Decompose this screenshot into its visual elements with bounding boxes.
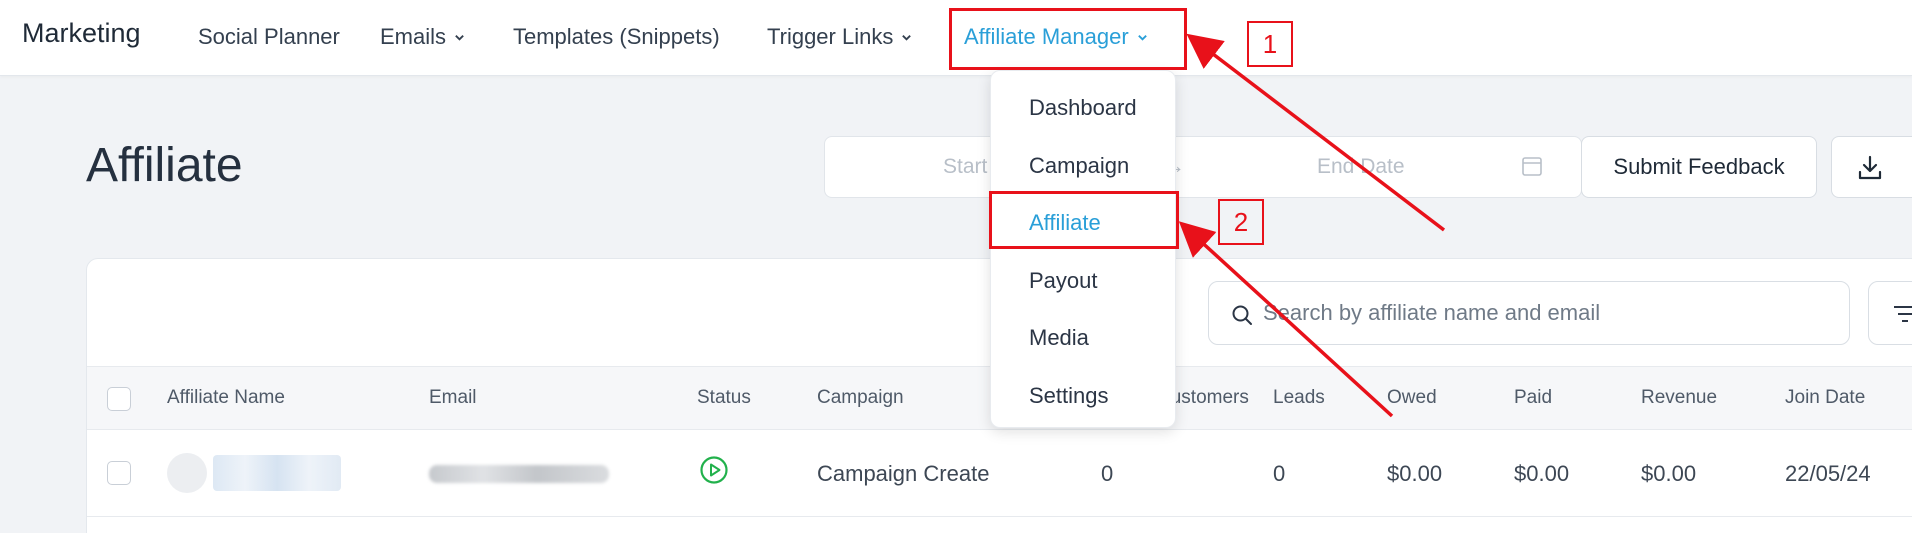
menu-item-media[interactable]: Media: [1029, 325, 1089, 351]
column-header-affiliate-name[interactable]: Affiliate Name: [167, 387, 285, 409]
avatar: [167, 453, 207, 493]
cell-customers: 0: [1101, 461, 1114, 486]
cell-revenue: $0.00: [1641, 461, 1697, 486]
redacted-email: [429, 465, 609, 483]
search-icon: [1232, 305, 1252, 325]
column-header-owed[interactable]: Owed: [1387, 387, 1437, 409]
nav-trigger-links[interactable]: Trigger Links: [767, 24, 912, 50]
download-button[interactable]: [1831, 136, 1912, 198]
annotation-step-label-2: 2: [1218, 199, 1264, 245]
column-header-paid[interactable]: Paid: [1514, 387, 1552, 409]
page-title: Affiliate: [86, 139, 243, 192]
affiliate-manager-dropdown: Dashboard Campaign Affiliate Payout Medi…: [990, 70, 1176, 428]
play-circle-status-icon: [700, 456, 728, 484]
cell-campaign: Campaign Create: [817, 461, 990, 486]
search-input[interactable]: [1263, 296, 1823, 330]
filter-button[interactable]: [1868, 281, 1912, 345]
download-icon: [1858, 155, 1882, 180]
nav-social-planner-label: Social Planner: [198, 24, 340, 49]
nav-templates-label: Templates (Snippets): [513, 24, 720, 49]
nav-emails-label: Emails: [380, 24, 447, 49]
select-all-checkbox[interactable]: [107, 387, 131, 411]
column-header-join-date[interactable]: Join Date: [1785, 387, 1865, 409]
end-date-input[interactable]: End Date: [1317, 155, 1405, 179]
column-header-campaign[interactable]: Campaign: [817, 387, 904, 409]
nav-trigger-links-label: Trigger Links: [767, 24, 894, 49]
column-header-email[interactable]: Email: [429, 387, 477, 409]
filter-icon: [1894, 306, 1912, 322]
chevron-down-icon: [455, 34, 464, 41]
menu-item-dashboard[interactable]: Dashboard: [1029, 95, 1137, 121]
menu-item-payout[interactable]: Payout: [1029, 268, 1098, 294]
cell-join-date: 22/05/24: [1785, 461, 1871, 486]
nav-templates-snippets[interactable]: Templates (Snippets): [513, 24, 720, 50]
search-box[interactable]: [1208, 281, 1850, 345]
table-row[interactable]: Campaign Create 0 0 $0.00 $0.00 $0.00 22…: [87, 431, 1912, 517]
column-header-leads[interactable]: Leads: [1273, 387, 1325, 409]
annotation-highlight-affiliate-menu-item: [989, 191, 1179, 249]
calendar-icon: [1522, 157, 1542, 176]
row-checkbox[interactable]: [107, 461, 131, 485]
menu-item-campaign[interactable]: Campaign: [1029, 153, 1129, 179]
chevron-down-icon: [902, 34, 912, 41]
date-range-picker[interactable]: Start Date → End Date: [824, 136, 1582, 198]
annotation-highlight-affiliate-manager: [949, 8, 1187, 70]
column-header-status[interactable]: Status: [697, 387, 751, 409]
cell-owed: $0.00: [1387, 461, 1443, 486]
submit-feedback-button[interactable]: Submit Feedback: [1581, 136, 1817, 198]
column-header-revenue[interactable]: Revenue: [1641, 387, 1717, 409]
redacted-affiliate-name: [213, 455, 341, 491]
annotation-step-label-1: 1: [1247, 21, 1293, 67]
nav-social-planner[interactable]: Social Planner: [198, 24, 340, 50]
menu-item-settings[interactable]: Settings: [1029, 383, 1109, 409]
nav-emails[interactable]: Emails: [380, 24, 465, 50]
app-brand: Marketing: [22, 18, 141, 48]
cell-paid: $0.00: [1514, 461, 1570, 486]
cell-leads: 0: [1273, 461, 1286, 486]
